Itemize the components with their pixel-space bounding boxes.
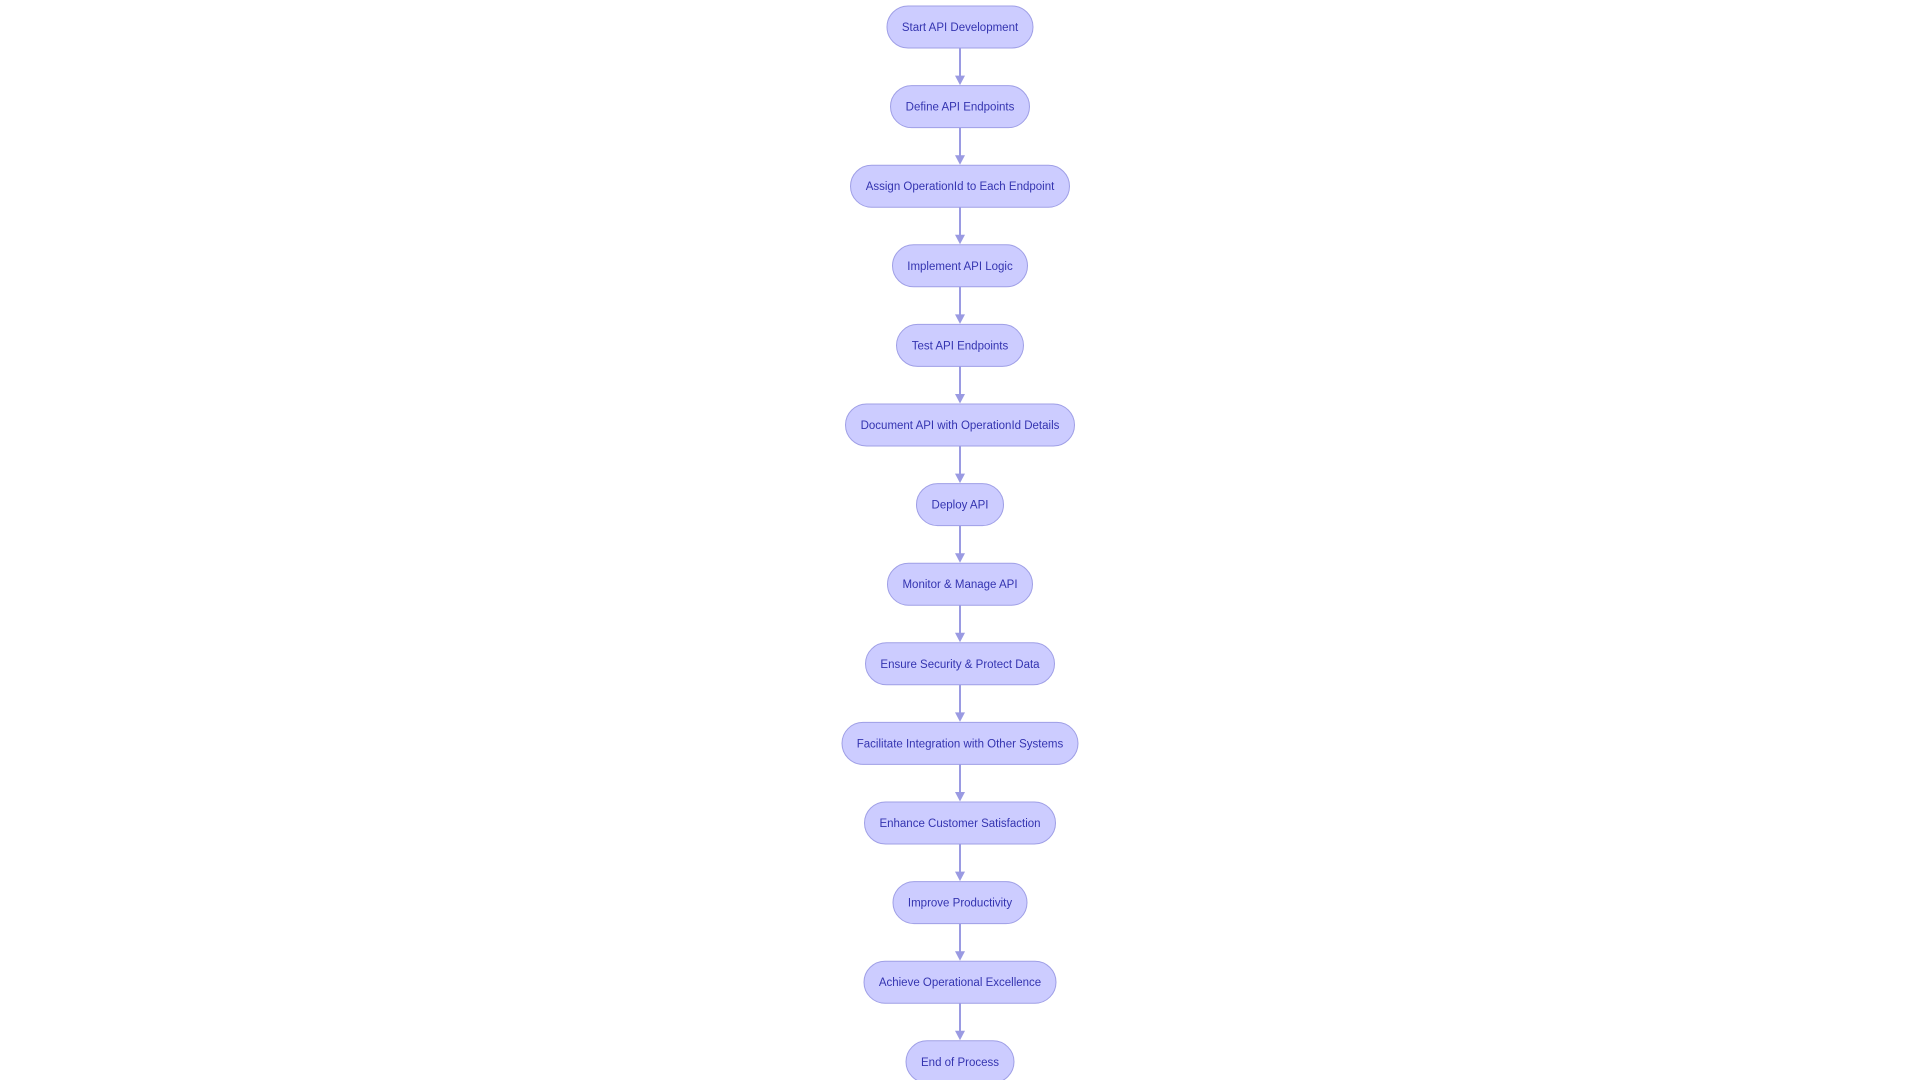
flow-edge (955, 605, 965, 643)
flow-node: Deploy API (916, 483, 1004, 527)
flow-node: Enhance Customer Satisfaction (864, 801, 1056, 845)
flow-edge (955, 684, 965, 722)
arrowhead-icon (955, 473, 965, 484)
node-label: Ensure Security & Protect Data (880, 659, 1040, 671)
node-label: Test API Endpoints (912, 340, 1009, 352)
flow-node: Assign OperationId to Each Endpoint (850, 164, 1070, 208)
flow-edge (955, 844, 965, 882)
flow-edge (955, 525, 965, 563)
flow-edge (955, 764, 965, 802)
flow-node: Test API Endpoints (896, 323, 1024, 367)
flow-edge (955, 48, 965, 86)
flow-edge (955, 446, 965, 484)
node-label: Monitor & Manage API (902, 579, 1017, 591)
flow-edge (955, 127, 965, 165)
arrowhead-icon (955, 75, 965, 86)
node-label: Assign OperationId to Each Endpoint (866, 181, 1055, 193)
node-label: Enhance Customer Satisfaction (879, 818, 1040, 830)
arrowhead-icon (955, 712, 965, 722)
flow-node: Improve Productivity (892, 881, 1028, 925)
arrowhead-icon (955, 394, 965, 404)
flow-node: Monitor & Manage API (887, 562, 1033, 606)
arrowhead-icon (955, 1030, 965, 1041)
node-label: Define API Endpoints (906, 102, 1015, 114)
arrowhead-icon (955, 155, 965, 165)
flow-edge (955, 366, 965, 404)
flow-node: Achieve Operational Excellence (863, 960, 1057, 1004)
arrowhead-icon (955, 234, 965, 245)
node-label: Start API Development (902, 22, 1019, 34)
node-label: Document API with OperationId Details (861, 420, 1060, 432)
node-label: Improve Productivity (908, 898, 1012, 910)
flowchart-diagram: Start API Development Define API Endpoint… (841, 5, 1079, 1080)
flow-edge (955, 923, 965, 961)
flow-node: Document API with OperationId Details (845, 403, 1075, 447)
arrowhead-icon (955, 314, 965, 324)
arrowhead-icon (955, 951, 965, 961)
flow-node: Start API Development (886, 5, 1034, 49)
node-label: Deploy API (932, 500, 989, 512)
arrowhead-icon (955, 792, 965, 802)
node-label: Facilitate Integration with Other System… (857, 738, 1064, 750)
flow-node: Define API Endpoints (890, 85, 1030, 129)
node-label: End of Process (921, 1057, 999, 1069)
flow-node: Ensure Security & Protect Data (865, 642, 1055, 686)
arrowhead-icon (955, 553, 965, 563)
arrowhead-icon (955, 871, 965, 882)
arrowhead-icon (955, 632, 965, 643)
node-label: Implement API Logic (907, 261, 1013, 273)
flow-edge (955, 286, 965, 324)
node-label: Achieve Operational Excellence (879, 977, 1041, 989)
flow-node: End of Process (905, 1040, 1015, 1080)
flow-edge (955, 1003, 965, 1041)
flow-edge (955, 207, 965, 245)
flow-node: Implement API Logic (892, 244, 1028, 288)
flow-node: Facilitate Integration with Other System… (841, 721, 1079, 765)
